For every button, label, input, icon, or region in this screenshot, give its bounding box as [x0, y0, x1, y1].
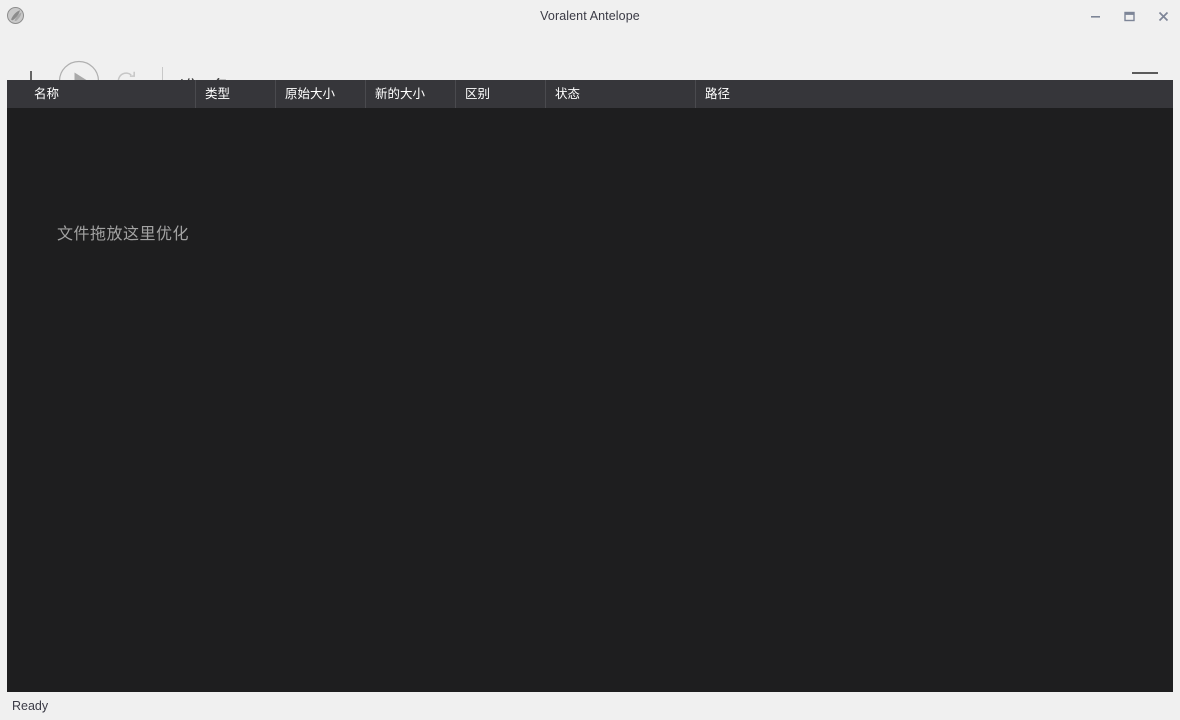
- status-bar: Ready: [0, 692, 1180, 720]
- column-header[interactable]: 区别: [455, 80, 545, 108]
- column-header[interactable]: 类型: [195, 80, 275, 108]
- maximize-button[interactable]: [1112, 0, 1146, 32]
- close-button[interactable]: [1146, 0, 1180, 32]
- menu-line-1: [1132, 72, 1158, 74]
- column-header[interactable]: 状态: [545, 80, 695, 108]
- window-controls: [1078, 0, 1180, 32]
- file-list-dropzone[interactable]: 文件拖放这里优化: [7, 108, 1173, 692]
- dropzone-hint-text: 文件拖放这里优化: [57, 224, 190, 243]
- status-bar-text: Ready: [12, 699, 49, 713]
- file-list-header: 名称 类型 原始大小 新的大小 区别 状态 路径: [7, 80, 1173, 108]
- column-header[interactable]: 新的大小: [365, 80, 455, 108]
- column-header[interactable]: 原始大小: [275, 80, 365, 108]
- window-title: Voralent Antelope: [540, 9, 640, 23]
- column-header[interactable]: 名称: [24, 80, 195, 108]
- minimize-button[interactable]: [1078, 0, 1112, 32]
- column-header[interactable]: 路径: [695, 80, 1166, 108]
- toolbar: 准 备: [0, 32, 1180, 101]
- title-bar: Voralent Antelope: [0, 0, 1180, 32]
